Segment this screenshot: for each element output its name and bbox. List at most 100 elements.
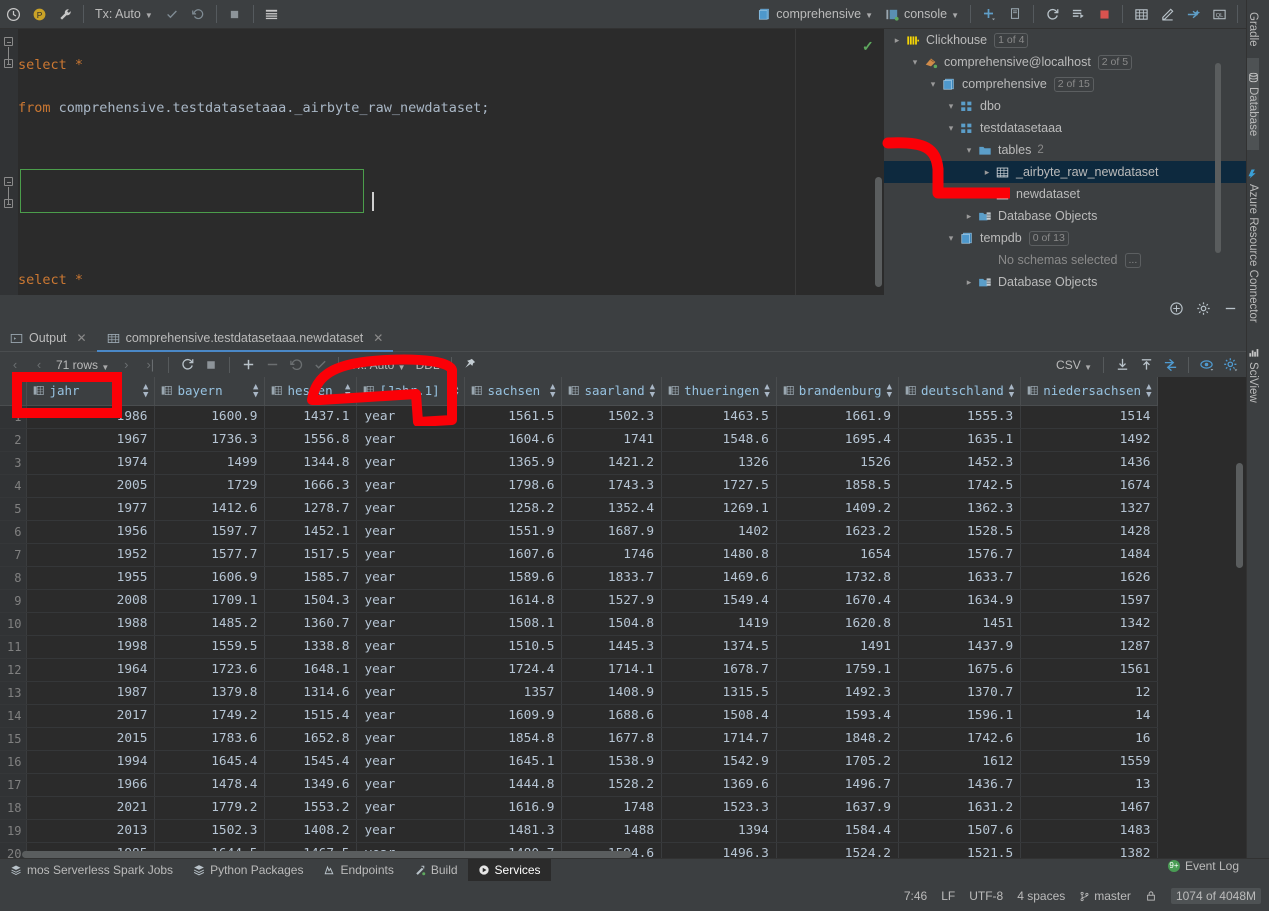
sql-editor[interactable]: select * from comprehensive.testdataseta… xyxy=(0,29,884,331)
tool-window-python-packages[interactable]: Python Packages xyxy=(183,859,313,882)
column-header-deutschland[interactable]: deutschland ▲ ▼ xyxy=(898,377,1022,406)
chevron-down-icon[interactable]: ▾ xyxy=(944,101,958,112)
cell-saarland[interactable]: 1743.3 xyxy=(561,474,663,498)
cell-thueringen[interactable]: 1369.6 xyxy=(661,773,777,797)
cell-thueringen[interactable]: 1326 xyxy=(661,451,777,475)
cell-brandenburg[interactable]: 1496.7 xyxy=(776,773,900,797)
cell-niedersachsen[interactable]: 1561 xyxy=(1020,658,1159,682)
tab-newdataset[interactable]: comprehensive.testdatasetaaa.newdataset … xyxy=(97,325,394,352)
cell-sachsen[interactable]: 1645.1 xyxy=(464,750,563,774)
column-header-hessen[interactable]: hessen ▲ ▼ xyxy=(264,377,358,406)
cell-hessen[interactable]: 1585.7 xyxy=(264,566,358,590)
cell-jahr-1[interactable]: year xyxy=(356,727,466,751)
ql-icon[interactable]: QL xyxy=(1206,2,1232,26)
cell-deutschland[interactable]: 1742.5 xyxy=(898,474,1022,498)
table-row[interactable]: 16 1994 1645.4 1545.4 year 1645.1 1538.9 1542.9… xyxy=(0,750,1159,774)
fold-marker-1[interactable] xyxy=(4,37,14,47)
cell-jahr[interactable]: 2013 xyxy=(26,819,156,843)
table-row[interactable]: 15 2015 1783.6 1652.8 year 1854.8 1677.8 1714.7… xyxy=(0,727,1159,751)
sort-arrows-icon[interactable]: ▲ ▼ xyxy=(1146,382,1151,399)
cell-saarland[interactable]: 1538.9 xyxy=(561,750,663,774)
cell-thueringen[interactable]: 1548.6 xyxy=(661,428,777,452)
tool-tab-gradle[interactable]: Gradle xyxy=(1247,0,1259,58)
cell-bayern[interactable]: 1499 xyxy=(154,451,266,475)
table-row[interactable]: 14 2017 1749.2 1515.4 year 1609.9 1688.6 1508.4… xyxy=(0,704,1159,728)
cell-brandenburg[interactable]: 1593.4 xyxy=(776,704,900,728)
cell-brandenburg[interactable]: 1492.3 xyxy=(776,681,900,705)
cell-hessen[interactable]: 1408.2 xyxy=(264,819,358,843)
results-tx-selector[interactable]: Tx: Auto ▼ xyxy=(346,358,409,372)
tree-node-comprehensive-localhost[interactable]: ▾ comprehensive@localhost 2 of 5 xyxy=(884,51,1246,73)
sort-arrows-icon[interactable]: ▲ ▼ xyxy=(550,382,555,399)
cell-jahr[interactable]: 1977 xyxy=(26,497,156,521)
cell-saarland[interactable]: 1748 xyxy=(561,796,663,820)
cell-hessen[interactable]: 1338.8 xyxy=(264,635,358,659)
cell-saarland[interactable]: 1688.6 xyxy=(561,704,663,728)
export-icon[interactable] xyxy=(1135,354,1157,376)
cell-bayern[interactable]: 1600.9 xyxy=(154,405,266,429)
tree-node-badge[interactable]: ... xyxy=(1124,252,1142,268)
caret-position[interactable]: 7:46 xyxy=(904,889,927,903)
chevron-down-icon[interactable]: ▾ xyxy=(926,79,940,90)
cell-bayern[interactable]: 1783.6 xyxy=(154,727,266,751)
sort-arrows-icon[interactable]: ▲ ▼ xyxy=(453,382,458,399)
cell-thueringen[interactable]: 1374.5 xyxy=(661,635,777,659)
cell-bayern[interactable]: 1597.7 xyxy=(154,520,266,544)
cell-thueringen[interactable]: 1714.7 xyxy=(661,727,777,751)
cell-deutschland[interactable]: 1370.7 xyxy=(898,681,1022,705)
revert-icon[interactable] xyxy=(285,354,307,376)
cell-sachsen[interactable]: 1616.9 xyxy=(464,796,563,820)
cell-niedersachsen[interactable]: 1626 xyxy=(1020,566,1159,590)
tool-window-services[interactable]: Services xyxy=(467,858,551,882)
cell-hessen[interactable]: 1652.8 xyxy=(264,727,358,751)
cell-jahr[interactable]: 1998 xyxy=(26,635,156,659)
cell-bayern[interactable]: 1502.3 xyxy=(154,819,266,843)
lock-icon[interactable] xyxy=(1145,890,1157,902)
tree-node-newdataset[interactable]: ▸ newdataset xyxy=(884,183,1246,205)
cell-saarland[interactable]: 1687.9 xyxy=(561,520,663,544)
cell-deutschland[interactable]: 1528.5 xyxy=(898,520,1022,544)
refresh-icon[interactable] xyxy=(1039,2,1065,26)
line-separator[interactable]: LF xyxy=(941,889,955,903)
tree-node-database-objects[interactable]: ▸ Database Objects xyxy=(884,271,1246,293)
cell-bayern[interactable]: 1559.5 xyxy=(154,635,266,659)
cell-saarland[interactable]: 1352.4 xyxy=(561,497,663,521)
chevron-right-icon[interactable]: ▸ xyxy=(980,189,994,200)
cell-hessen[interactable]: 1545.4 xyxy=(264,750,358,774)
tool-window-endpoints[interactable]: Endpoints xyxy=(313,859,403,882)
cell-hessen[interactable]: 1360.7 xyxy=(264,612,358,636)
tree-node-comprehensive[interactable]: ▾ comprehensive 2 of 15 xyxy=(884,73,1246,95)
sort-arrows-icon[interactable]: ▲ ▼ xyxy=(764,382,769,399)
cell-jahr-1[interactable]: year xyxy=(356,405,466,429)
cell-bayern[interactable]: 1709.1 xyxy=(154,589,266,613)
cell-niedersachsen[interactable]: 1492 xyxy=(1020,428,1159,452)
database-tree[interactable]: ▸ Clickhouse 1 of 4 ▾ comprehensive@localhos… xyxy=(884,29,1246,293)
cell-sachsen[interactable]: 1798.6 xyxy=(464,474,563,498)
cell-deutschland[interactable]: 1436.7 xyxy=(898,773,1022,797)
cell-bayern[interactable]: 1606.9 xyxy=(154,566,266,590)
add-icon[interactable] xyxy=(976,2,1002,26)
cell-sachsen[interactable]: 1604.6 xyxy=(464,428,563,452)
cell-deutschland[interactable]: 1555.3 xyxy=(898,405,1022,429)
cell-niedersachsen[interactable]: 1467 xyxy=(1020,796,1159,820)
cell-niedersachsen[interactable]: 12 xyxy=(1020,681,1159,705)
prev-page-icon[interactable]: ‹ xyxy=(28,354,50,376)
grid-icon[interactable] xyxy=(259,2,285,26)
cell-hessen[interactable]: 1452.1 xyxy=(264,520,358,544)
cell-jahr-1[interactable]: year xyxy=(356,704,466,728)
cell-niedersachsen[interactable]: 1436 xyxy=(1020,451,1159,475)
cell-bayern[interactable]: 1779.2 xyxy=(154,796,266,820)
cell-saarland[interactable]: 1714.1 xyxy=(561,658,663,682)
cell-hessen[interactable]: 1556.8 xyxy=(264,428,358,452)
cell-jahr-1[interactable]: year xyxy=(356,612,466,636)
cell-brandenburg[interactable]: 1409.2 xyxy=(776,497,900,521)
eye-icon[interactable] xyxy=(1196,354,1218,376)
event-log-button[interactable]: 9+ Event Log xyxy=(1167,859,1239,873)
cell-jahr[interactable]: 1987 xyxy=(26,681,156,705)
cell-brandenburg[interactable]: 1848.2 xyxy=(776,727,900,751)
grid-vertical-scrollbar[interactable] xyxy=(1236,463,1243,568)
cell-thueringen[interactable]: 1480.8 xyxy=(661,543,777,567)
chevron-right-icon[interactable]: ▸ xyxy=(962,211,976,222)
cell-jahr-1[interactable]: year xyxy=(356,635,466,659)
console-selector[interactable]: console ▼ xyxy=(879,3,965,25)
